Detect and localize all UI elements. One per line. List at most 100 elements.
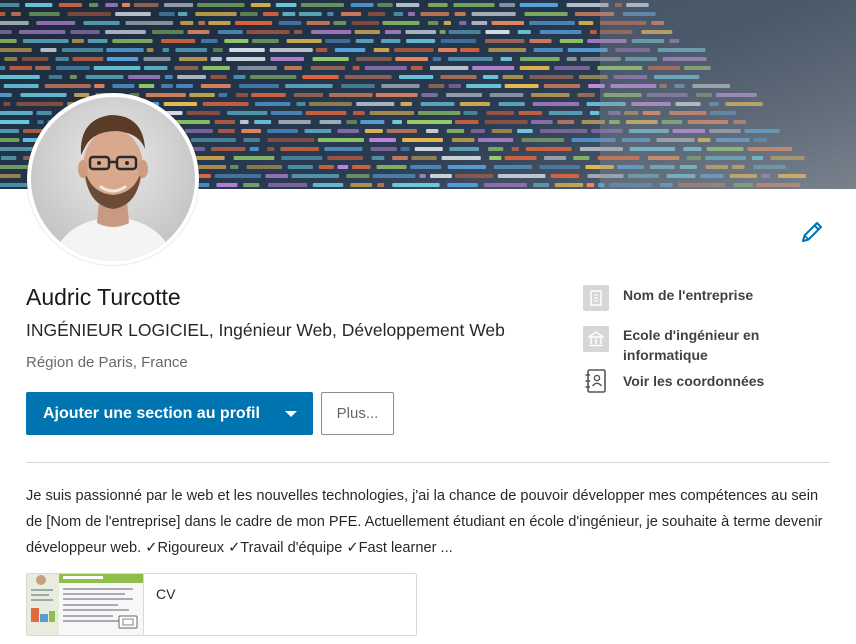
code-token: [69, 75, 77, 79]
code-token: [164, 75, 173, 79]
avatar[interactable]: [27, 93, 199, 265]
code-token: [447, 183, 478, 187]
code-token: [291, 174, 339, 178]
more-button[interactable]: Plus...: [321, 392, 394, 435]
sidebar-item-company[interactable]: Nom de l'entreprise: [583, 285, 793, 311]
code-token: [477, 138, 514, 142]
code-token: [485, 39, 525, 43]
code-token: [356, 102, 395, 106]
code-token: [218, 93, 228, 97]
code-token: [432, 57, 442, 61]
code-token: [267, 138, 315, 142]
code-token: [106, 48, 144, 52]
code-token: [325, 39, 351, 43]
code-token: [333, 21, 347, 25]
code-token: [337, 129, 359, 133]
code-token: [308, 102, 352, 106]
code-token: [230, 165, 239, 169]
code-token: [381, 39, 401, 43]
code-token: [440, 39, 477, 43]
code-token: [376, 165, 407, 169]
code-token: [355, 39, 374, 43]
code-token: [186, 111, 220, 115]
code-token: [502, 75, 524, 79]
edit-profile-button[interactable]: [798, 218, 826, 246]
code-token: [210, 57, 222, 61]
code-token: [254, 120, 272, 124]
code-token: [448, 30, 481, 34]
code-token: [524, 12, 568, 16]
code-token: [36, 21, 76, 25]
code-token: [310, 66, 346, 70]
add-profile-section-label: Ajouter une section au profil: [43, 404, 260, 422]
code-token: [187, 30, 210, 34]
cv-attachment[interactable]: CV: [26, 573, 417, 636]
code-token: [180, 21, 194, 25]
document-preview-image: [27, 574, 143, 635]
code-token: [270, 111, 303, 115]
code-token: [470, 129, 485, 133]
code-token: [262, 12, 279, 16]
code-token: [319, 120, 342, 124]
code-token: [407, 12, 416, 16]
code-token: [577, 93, 595, 97]
code-token: [471, 21, 488, 25]
code-token: [146, 48, 154, 52]
code-token: [22, 39, 69, 43]
code-token: [573, 156, 590, 160]
code-token: [369, 111, 415, 115]
code-token: [94, 84, 105, 88]
code-token: [235, 21, 273, 25]
code-token: [341, 84, 375, 88]
code-token: [184, 129, 213, 133]
add-profile-section-button[interactable]: Ajouter une section au profil: [26, 392, 313, 435]
code-token: [488, 147, 504, 151]
code-token: [312, 183, 344, 187]
code-token: [364, 129, 383, 133]
code-token: [302, 75, 339, 79]
code-token: [377, 3, 393, 7]
code-token: [40, 48, 57, 52]
code-token: [373, 48, 390, 52]
code-token: [89, 3, 99, 7]
code-token: [438, 48, 458, 52]
profile-location: Région de Paris, France: [26, 354, 188, 371]
code-token: [70, 30, 100, 34]
code-token: [312, 57, 349, 61]
code-token: [159, 12, 175, 16]
sidebar-item-school[interactable]: Ecole d'ingénieur en informatique: [583, 325, 793, 365]
code-token: [67, 12, 112, 16]
code-token: [371, 156, 385, 160]
code-token: [197, 3, 245, 7]
code-token: [233, 75, 246, 79]
code-token: [241, 129, 262, 133]
sidebar-item-contact[interactable]: Voir les coordonnées: [583, 368, 793, 394]
code-token: [0, 93, 12, 97]
code-token: [405, 30, 436, 34]
code-token: [202, 102, 249, 106]
code-token: [200, 84, 231, 88]
code-token: [446, 93, 482, 97]
code-token: [410, 66, 423, 70]
code-token: [360, 120, 385, 124]
code-token: [531, 93, 570, 97]
code-token: [202, 66, 230, 70]
code-token: [484, 120, 528, 124]
code-token: [278, 21, 302, 25]
code-token: [463, 111, 478, 115]
code-token: [511, 147, 519, 151]
code-token: [304, 129, 332, 133]
code-token: [233, 156, 275, 160]
code-token: [493, 165, 533, 169]
code-token: [449, 147, 480, 151]
code-token: [269, 48, 313, 52]
profile-headline: INGÉNIEUR LOGICIEL, Ingénieur Web, Dével…: [26, 320, 505, 340]
code-token: [472, 66, 515, 70]
code-token: [210, 75, 227, 79]
code-token: [212, 48, 223, 52]
code-token: [368, 12, 386, 16]
code-token: [394, 48, 434, 52]
code-token: [392, 156, 408, 160]
code-token: [281, 156, 323, 160]
code-token: [327, 12, 334, 16]
